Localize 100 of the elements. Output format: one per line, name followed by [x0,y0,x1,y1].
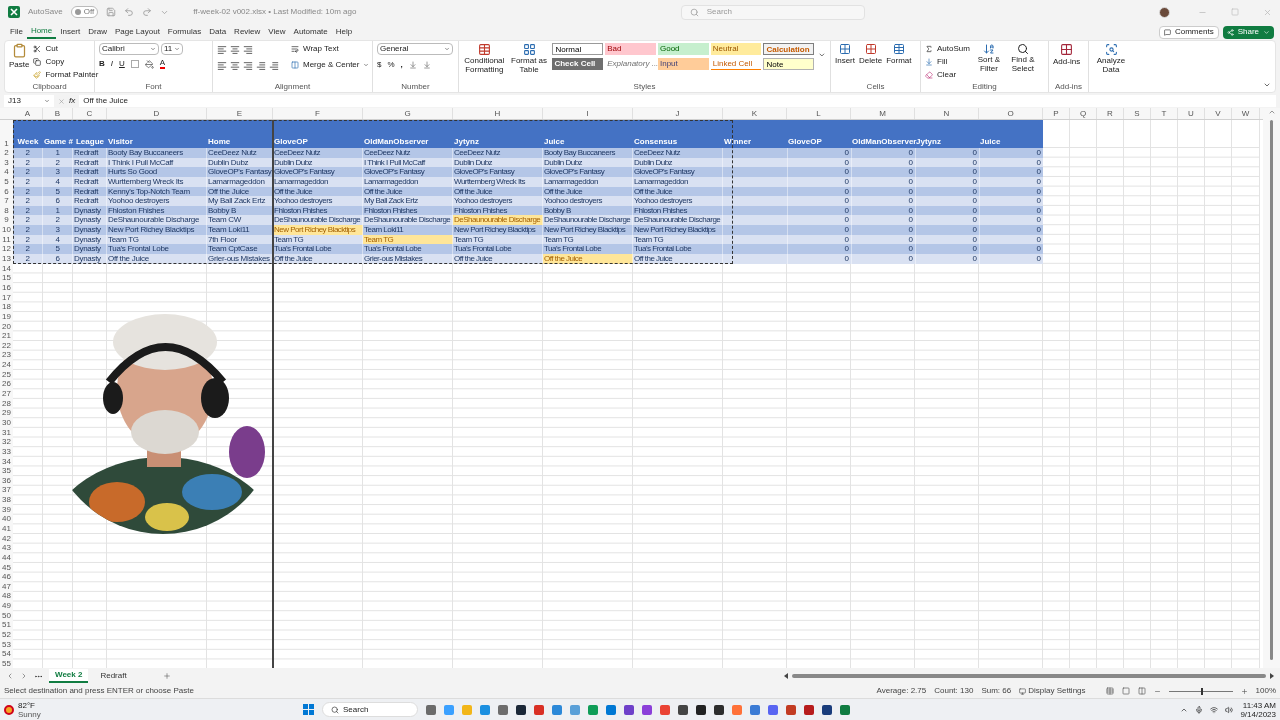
analyze-data-button[interactable]: Analyze Data [1093,43,1129,74]
column-letter[interactable]: P [1043,108,1070,119]
row-number[interactable]: 11 [0,234,13,245]
align-top-icon[interactable] [217,45,227,55]
row-number[interactable]: 30 [0,417,13,428]
row-number[interactable]: 51 [0,620,13,631]
row-number[interactable]: 31 [0,427,13,438]
scroll-up-icon[interactable] [1267,108,1276,116]
align-right-icon[interactable] [243,61,253,71]
cell-style[interactable]: Explanatory ... [605,58,656,70]
column-letter[interactable]: Q [1070,108,1097,119]
menu-tab[interactable]: Review [230,25,265,39]
cell-style[interactable]: Linked Cell [710,58,762,70]
format-button[interactable]: Format [886,43,912,67]
row-number[interactable]: 47 [0,581,13,592]
comments-button[interactable]: Comments [1158,25,1219,39]
borders-icon[interactable] [130,60,139,68]
menu-tab[interactable]: Insert [56,25,85,39]
menu-tab[interactable]: Data [205,25,231,39]
font-name-dropdown[interactable]: Calibri [99,43,159,55]
app-icon[interactable] [822,704,832,715]
zoom-in-icon[interactable] [1240,687,1248,695]
row-number[interactable]: 9 [0,215,13,226]
add-ins-button[interactable]: Add-ins [1053,43,1081,68]
align-left-icon[interactable] [217,61,227,71]
cell-style[interactable]: Input [657,58,709,70]
menu-tab[interactable]: Draw [84,25,111,39]
row-number[interactable]: 26 [0,379,13,389]
underline-button[interactable]: U [119,58,125,70]
menu-tab[interactable]: View [264,25,290,39]
row-number[interactable]: 32 [0,437,13,447]
row-number[interactable]: 2 [0,148,13,158]
row-number[interactable]: 24 [0,360,13,370]
outdent-icon[interactable] [269,61,279,71]
autosum-button[interactable]: AutoSum [925,43,970,55]
app-icon[interactable] [678,704,688,715]
number-format-dropdown[interactable]: General [377,43,453,55]
increase-decimal-icon[interactable] [408,61,417,69]
page-break-icon[interactable] [1137,687,1146,695]
cut-button[interactable]: Cut [33,43,99,55]
column-letter[interactable]: O [979,108,1043,119]
microphone-icon[interactable] [1195,705,1204,714]
format-painter-button[interactable]: Format Painter [33,69,99,81]
align-bottom-icon[interactable] [243,45,253,55]
cell-style[interactable]: Calculation [763,43,815,55]
autosave-toggle[interactable]: Off [70,6,99,18]
row-number[interactable]: 53 [0,639,13,650]
app-icon[interactable] [714,704,724,715]
row-number[interactable]: 1 [0,120,13,148]
row-number[interactable]: 50 [0,610,13,621]
row-number[interactable]: 29 [0,408,13,418]
cell-style[interactable]: Bad [605,43,656,55]
font-size-dropdown[interactable]: 11 [161,43,183,55]
decrease-decimal-icon[interactable] [422,61,431,69]
wifi-icon[interactable] [1210,705,1219,714]
row-number[interactable]: 21 [0,331,13,341]
vertical-scrollbar[interactable] [1263,108,1280,668]
row-number[interactable]: 4 [0,167,13,177]
fill-button[interactable]: Fill [925,56,970,68]
column-letter[interactable]: B [43,108,73,119]
share-button[interactable]: Share [1222,25,1274,39]
column-letter[interactable]: A [13,108,43,119]
menu-tab[interactable]: Formulas [163,25,206,39]
zoom-thumb[interactable] [1200,687,1203,695]
normal-view-icon[interactable] [1105,687,1114,695]
row-number[interactable]: 52 [0,630,13,640]
row-number[interactable]: 12 [0,244,13,255]
format-as-table-button[interactable]: Format as Table [509,43,549,74]
cell-style[interactable]: Good [657,43,709,55]
column-letter[interactable]: U [1178,108,1205,119]
delete-button[interactable]: Delete [859,43,883,67]
row-number[interactable]: 7 [0,196,13,206]
align-middle-icon[interactable] [230,45,240,55]
row-number[interactable]: 55 [0,658,13,668]
styles-more-icon[interactable] [818,51,826,59]
percent-button[interactable]: % [387,59,395,71]
row-number[interactable]: 19 [0,311,13,322]
italic-button[interactable]: I [110,58,113,70]
align-center-icon[interactable] [230,61,240,71]
row-number[interactable]: 18 [0,302,13,312]
app-icon[interactable] [516,704,526,715]
bold-button[interactable]: B [99,58,105,70]
column-letter[interactable]: C [73,108,107,119]
indent-icon[interactable] [256,61,266,71]
row-number[interactable]: 42 [0,533,13,544]
column-letter[interactable]: F [273,108,363,119]
row-number[interactable]: 15 [0,273,13,283]
row-number[interactable]: 22 [0,340,13,351]
next-sheet-icon[interactable] [20,672,28,680]
row-number[interactable]: 27 [0,389,13,399]
volume-icon[interactable] [1225,705,1234,714]
column-letter[interactable]: M [851,108,915,119]
row-number[interactable]: 34 [0,456,13,467]
menu-tab[interactable]: Help [331,25,357,39]
row-number[interactable]: 44 [0,552,13,563]
row-number[interactable]: 49 [0,601,13,611]
page-layout-icon[interactable] [1121,687,1130,695]
row-number[interactable]: 17 [0,292,13,303]
menu-tab[interactable]: Automate [289,25,332,39]
display-settings-button[interactable]: Display Settings [1019,685,1086,697]
